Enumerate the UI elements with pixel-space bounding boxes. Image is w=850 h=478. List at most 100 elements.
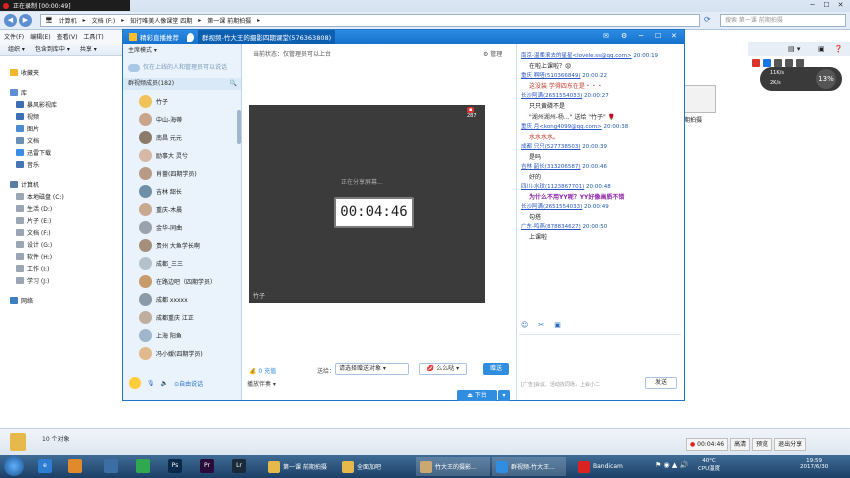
breadcrumb-item[interactable]: 计算机	[59, 16, 77, 25]
settings-gear-icon[interactable]: ⚙	[621, 32, 627, 40]
help-icon[interactable]: ❓	[834, 45, 843, 53]
chat-sender[interactable]: 成都 只只(527738503)	[521, 144, 581, 150]
menu-item[interactable]: 查看(V)	[57, 32, 78, 41]
tree-item[interactable]: 工作 (I:)	[0, 262, 122, 274]
view-icon[interactable]: ▤ ▾	[788, 45, 800, 53]
taskbar-item[interactable]: 第一课 前期拍摄	[264, 457, 338, 476]
start-button[interactable]	[4, 456, 24, 476]
gift-item-select[interactable]: 💋 么么哒 ▾	[419, 363, 467, 375]
member-item[interactable]: 成都 xxxxx	[123, 290, 241, 308]
mic-icon[interactable]	[774, 59, 782, 67]
member-item[interactable]: 成都重庆 江正	[123, 308, 241, 326]
tree-item[interactable]: 生活 (D:)	[0, 202, 122, 214]
breadcrumb-item[interactable]: 文档 (F:)	[92, 16, 116, 25]
screenshot-icon[interactable]: ✂	[538, 321, 544, 329]
chat-sender[interactable]: 四川-水玟(1123867701)	[521, 184, 584, 190]
menu-item[interactable]: 编辑(E)	[30, 32, 50, 41]
tree-item[interactable]: 库	[0, 86, 122, 98]
microphone-icon[interactable]: 🎙	[147, 380, 155, 387]
member-item[interactable]: 贵州 大鱼学长啊	[123, 236, 241, 254]
minimize-icon[interactable]: ─	[808, 1, 817, 10]
tree-item[interactable]: 计算机	[0, 178, 122, 190]
tree-item[interactable]: 视频	[0, 110, 122, 122]
back-button[interactable]: ◀	[4, 14, 17, 27]
toolbar-button[interactable]: 包含到库中 ▾	[35, 44, 70, 53]
app-icon[interactable]	[68, 459, 82, 473]
mode-select[interactable]: 主席模式 ▾	[123, 44, 241, 58]
stage-button[interactable]: ⏏ 下台	[457, 390, 497, 401]
lightroom-icon[interactable]: Lr	[232, 459, 246, 473]
emoji-icon[interactable]: ☺	[521, 321, 528, 329]
accompaniment-select[interactable]: 播放伴奏 ▾	[247, 379, 276, 388]
member-item[interactable]: 成都_三三	[123, 254, 241, 272]
sogou-icon[interactable]	[752, 59, 760, 67]
member-scrollbar[interactable]	[237, 110, 241, 144]
chat-sender[interactable]: 重庆 啊嗒(510366849)	[521, 73, 581, 79]
maximize-icon[interactable]: ☐	[822, 1, 831, 10]
record-panel-button[interactable]: 退出分享	[774, 438, 807, 451]
tree-item[interactable]: 设计 (G:)	[0, 238, 122, 250]
group-title[interactable]: 群视频-竹大王的摄影四期课堂(576363808)	[198, 30, 336, 44]
tree-item[interactable]: 本地磁盘 (C:)	[0, 190, 122, 202]
member-item[interactable]: 冯小嫒(四期学员)	[123, 344, 241, 362]
flower-counter[interactable]: 💰 0 充值	[249, 366, 276, 375]
taskbar-item[interactable]: Bandicam	[574, 457, 644, 476]
taskbar-item[interactable]: 群视频-竹大王...	[492, 457, 566, 476]
address-bar[interactable]: 🖥 计算机 ▸ 文档 (F:) ▸ 知行唯美人像课堂 四期 ▸ 第一课 前期拍摄 ▸	[40, 14, 700, 27]
tree-item[interactable]: 网络	[0, 294, 122, 306]
tree-item[interactable]: 文档	[0, 134, 122, 146]
record-panel-button[interactable]: 预览	[752, 438, 773, 451]
image-icon[interactable]: ▣	[554, 321, 561, 329]
tree-item[interactable]: 学习 (J:)	[0, 274, 122, 286]
member-item[interactable]: 吉林 韶长	[123, 182, 241, 200]
breadcrumb-item[interactable]: 第一课 前期拍摄	[207, 16, 251, 25]
tray-icons[interactable]: ⚑ ◉ ▲ 🔊	[655, 461, 688, 469]
tree-item[interactable]: 暴风影视库	[0, 98, 122, 110]
tree-item[interactable]: 软件 (H:)	[0, 250, 122, 262]
member-item[interactable]: 在路边吧（四期学员）	[123, 272, 241, 290]
mail-icon[interactable]: ✉	[603, 32, 609, 40]
tab-recommend[interactable]: 精彩直播推荐	[140, 32, 179, 42]
clock[interactable]: 19:59 2017/6/30	[800, 458, 828, 470]
member-item[interactable]: 上海 阳鱼	[123, 326, 241, 344]
toolbar-button[interactable]: 共享 ▾	[80, 44, 97, 53]
premiere-icon[interactable]: Pr	[200, 459, 214, 473]
search-input[interactable]: 搜索 第一课 前期拍摄	[720, 14, 846, 27]
menu-item[interactable]: 工具(T)	[83, 32, 103, 41]
chat-input[interactable]	[519, 334, 681, 374]
photoshop-icon[interactable]: Ps	[168, 459, 182, 473]
member-item[interactable]: 重庆-木晨	[123, 200, 241, 218]
manage-button[interactable]: ⚙ 管理	[483, 49, 502, 58]
ie-icon[interactable]: e	[38, 459, 52, 473]
member-item[interactable]: 竹子	[123, 92, 241, 110]
menu-item[interactable]: 文件(F)	[4, 32, 24, 41]
stage-dropdown[interactable]: ▾	[498, 390, 510, 401]
member-item[interactable]: 南昌 元元	[123, 128, 241, 146]
chat-sender[interactable]: 广东-鸣燕(878834627)	[521, 224, 581, 230]
folder-thumbnail[interactable]	[680, 85, 716, 113]
yy-close-icon[interactable]: ✕	[671, 32, 677, 40]
tree-item[interactable]: 收藏夹	[0, 66, 122, 78]
chat-sender[interactable]: 长沙阿满(2651554033)	[521, 204, 582, 210]
taskbar-item[interactable]: 竹大王的摄影...	[416, 457, 490, 476]
taskbar-item[interactable]: 全面加吧	[338, 457, 412, 476]
toolbar-button[interactable]: 组织 ▾	[8, 44, 25, 53]
chat-sender[interactable]: 吉林 韶长(313206587)	[521, 164, 581, 170]
member-item[interactable]: 中山-海蒂	[123, 110, 241, 128]
close-icon[interactable]: ✕	[836, 1, 845, 10]
settings-icon[interactable]	[796, 59, 804, 67]
wechat-icon[interactable]	[136, 459, 150, 473]
tree-item[interactable]: 片子 (E:)	[0, 214, 122, 226]
gift-target-select[interactable]: 请选择赠送对象 ▾	[335, 363, 409, 375]
folder-task-icon[interactable]	[104, 459, 118, 473]
speaker-icon[interactable]: 🔈	[161, 380, 168, 387]
input-mode-icon[interactable]	[763, 59, 771, 67]
yy-restore-icon[interactable]: ☐	[655, 32, 661, 40]
keyboard-icon[interactable]	[785, 59, 793, 67]
member-item[interactable]: 金华-同曲	[123, 218, 241, 236]
tree-item[interactable]: 迅雷下载	[0, 146, 122, 158]
record-panel-button[interactable]: 高清	[730, 438, 751, 451]
chat-sender[interactable]: 重庆 月<kong4099@qq.com>	[521, 124, 602, 130]
chat-sender[interactable]: 长沙阿满(2651554033)	[521, 93, 582, 99]
chat-sender[interactable]: 南京-温柔滚去的星星<lovele.ss@qq.com>	[521, 53, 632, 59]
